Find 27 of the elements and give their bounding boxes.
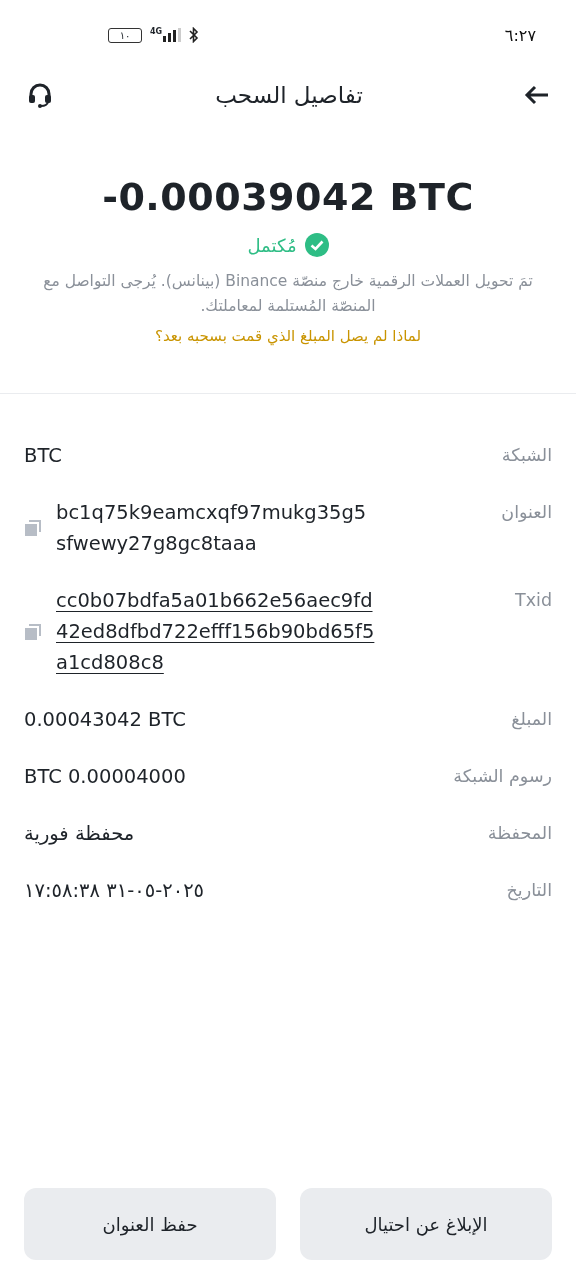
detail-value: ٢٠٢٥-٠٥-٣١ ١٧:٥٨:٣٨ <box>24 878 205 904</box>
page-title: تفاصيل السحب <box>215 82 363 108</box>
detail-value: BTC 0.00004000 <box>24 764 186 790</box>
check-circle-icon <box>304 233 329 257</box>
signal-indicator: 4G <box>150 28 182 42</box>
detail-label: المبلغ <box>511 708 552 732</box>
status-label: مُكتمل <box>247 234 297 256</box>
detail-value: محفظة فورية <box>24 821 135 847</box>
detail-label: المحفظة <box>487 822 552 845</box>
back-arrow-icon[interactable] <box>524 84 550 106</box>
detail-value: 0.00043042 BTC <box>24 707 186 733</box>
detail-label: الشبكة <box>501 444 552 467</box>
transaction-id-link[interactable]: cc0b07bdfa5a01b662e56aec9fd 42ed8dfbd722efff156b90bd65f5 a1cd808c8 <box>56 585 375 678</box>
detail-label: التاريخ <box>506 879 552 903</box>
detail-label: رسوم الشبكة <box>453 765 552 788</box>
withdrawal-amount: -0.00039042 BTC <box>102 175 474 219</box>
clock-time: ٦:٢٧ <box>504 25 536 45</box>
battery-indicator: ١٠ <box>108 27 142 43</box>
detail-label: العنوان <box>501 501 552 524</box>
bluetooth-icon <box>189 27 200 43</box>
detail-value: BTC <box>24 443 62 469</box>
action-button[interactable]: الإبلاغ عن احتيال <box>300 1188 552 1260</box>
support-headset-icon[interactable] <box>26 81 54 109</box>
action-button[interactable]: حفظ العنوان <box>24 1188 276 1260</box>
description-text: تمَ تحويل العملات الرقمية خارج منصّة Binance (بينانس). يُرجى التواصل مع المنصّة المُستلمة لمعاملتك. <box>42 271 534 317</box>
detail-label: Txid <box>514 589 552 612</box>
detail-value: bc1q75k9eamcxqf97mukg35g5 sfwewy27g8gc8taaa <box>56 500 367 557</box>
